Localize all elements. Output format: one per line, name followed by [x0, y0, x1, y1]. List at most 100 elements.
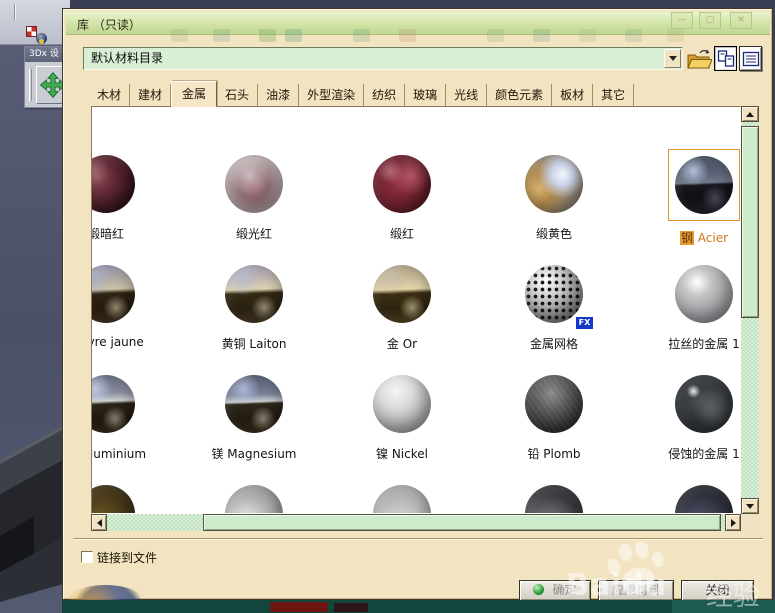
material-item[interactable]: 缎暗红 [92, 155, 171, 242]
tab-glass[interactable]: 玻璃 [405, 84, 447, 106]
scrollbar-corner [741, 514, 759, 531]
material-label: 拉丝的金属 1 [668, 337, 740, 351]
material-sphere [675, 265, 733, 323]
arrow-up-icon [746, 108, 754, 117]
tab-other[interactable]: 其它 [593, 84, 635, 106]
icon-view-icon [717, 50, 734, 67]
material-label: 铅 Plomb [527, 447, 581, 461]
toolbar-grip[interactable] [29, 69, 32, 101]
tab-color-elements[interactable]: 颜色元素 [487, 84, 553, 106]
scroll-left-button[interactable] [91, 514, 107, 531]
material-label: 镍 Nickel [376, 447, 428, 461]
render-material-icon[interactable] [26, 26, 37, 37]
material-sphere [373, 485, 431, 513]
material-item[interactable]: 铝 Aluminium [92, 375, 171, 462]
arrow-down-icon [746, 503, 754, 513]
vertical-scrollbar[interactable] [741, 106, 759, 514]
material-sphere [92, 265, 135, 323]
material-sphere [225, 375, 283, 433]
tab-light[interactable]: 光线 [446, 84, 488, 106]
vertical-scroll-thumb[interactable] [741, 126, 759, 318]
material-item[interactable]: 镁 Magnesium [189, 375, 319, 462]
material-item[interactable]: 铅 Plomb [489, 375, 619, 462]
scroll-right-button[interactable] [725, 514, 741, 531]
horizontal-scrollbar[interactable] [91, 514, 741, 531]
material-item[interactable] [337, 485, 467, 513]
material-sphere [92, 155, 135, 213]
fx-badge: FX [576, 317, 593, 329]
material-label: 缎红 [389, 227, 414, 241]
horizontal-scroll-thumb[interactable] [203, 514, 721, 531]
apply-material-button[interactable]: 应用材料 [598, 580, 674, 601]
material-label: 镁 Magnesium [211, 447, 297, 461]
material-item[interactable]: 缎光红 [189, 155, 319, 242]
material-sphere [225, 265, 283, 323]
background-toolbar [0, 0, 70, 45]
category-tabbar: 木材 建材 金属 石头 油漆 外型渲染 纺织 玻璃 光线 颜色元素 板材 其它 [89, 81, 635, 107]
material-item[interactable] [92, 485, 171, 513]
tab-metal-active[interactable]: 金属 [171, 81, 218, 107]
material-item[interactable]: FX 金属网格 [489, 265, 619, 352]
minimize-button[interactable]: — [671, 12, 693, 29]
material-label: 金属网格 [529, 337, 578, 351]
ok-orb-icon [533, 584, 545, 595]
material-item[interactable]: 缎红 [337, 155, 467, 242]
material-item[interactable]: Cuivre jaune [92, 265, 171, 349]
close-dialog-button[interactable]: 关闭 [681, 580, 754, 601]
scroll-up-button[interactable] [741, 106, 759, 122]
large-icon-view-button[interactable] [714, 46, 737, 71]
details-view-button[interactable] [739, 46, 762, 71]
dialog-title: 库 （只读） [77, 18, 141, 32]
chevron-down-icon [668, 56, 677, 65]
open-catalog-button[interactable] [685, 46, 713, 71]
material-item[interactable]: 缎黄色 [489, 155, 619, 242]
material-sphere [675, 485, 733, 513]
tab-stone[interactable]: 石头 [217, 84, 259, 106]
material-item-selected[interactable]: 钢 Acier [639, 149, 740, 246]
link-to-file-checkbox[interactable] [81, 551, 93, 563]
material-sphere [225, 155, 283, 213]
material-item[interactable] [489, 485, 619, 513]
material-item[interactable]: 金 Or [337, 265, 467, 352]
ok-button[interactable]: 确定 [519, 580, 591, 601]
maximize-button[interactable]: ▢ [699, 12, 721, 29]
material-label: 缎光红 [235, 227, 272, 241]
scroll-down-button[interactable] [741, 498, 759, 514]
material-sphere [92, 485, 135, 513]
link-to-file-label: 链接到文件 [97, 551, 158, 565]
material-item[interactable]: 镍 Nickel [337, 375, 467, 462]
material-sphere [373, 375, 431, 433]
toolbar-separator [14, 4, 16, 20]
tab-sheet[interactable]: 板材 [552, 84, 594, 106]
tab-shape-render[interactable]: 外型渲染 [299, 84, 365, 106]
strip-artifact [334, 603, 368, 612]
combobox-dropdown-button[interactable] [664, 49, 681, 68]
material-sphere [525, 265, 583, 323]
material-sphere [373, 155, 431, 213]
material-label: 缎黄色 [535, 227, 572, 241]
strip-artifact [270, 602, 328, 612]
compass-icon[interactable] [36, 33, 47, 44]
catalog-value: 默认材料目录 [91, 51, 164, 65]
tab-fabric[interactable]: 纺织 [364, 84, 406, 106]
list-view-icon [742, 51, 759, 66]
material-sphere [525, 485, 583, 513]
material-item[interactable] [639, 485, 740, 513]
material-sphere [675, 375, 733, 433]
tab-paint[interactable]: 油漆 [258, 84, 300, 106]
material-item[interactable] [189, 485, 319, 513]
close-button[interactable]: ✕ [730, 12, 752, 29]
selection-border [668, 149, 740, 221]
material-item[interactable]: 黄铜 Laiton [189, 265, 319, 352]
material-item[interactable]: 侵蚀的金属 1 [639, 375, 740, 462]
material-label: 铝 Aluminium [92, 447, 147, 461]
catalog-combobox[interactable]: 默认材料目录 [83, 47, 683, 70]
material-label: 金 Or [386, 337, 418, 351]
material-sphere [225, 485, 283, 513]
material-item[interactable]: 拉丝的金属 1 [639, 265, 740, 352]
material-sphere [92, 375, 135, 433]
tab-construction[interactable]: 建材 [130, 84, 172, 106]
material-label: 侵蚀的金属 1 [668, 447, 740, 461]
strip-artifact [672, 600, 775, 613]
tab-wood[interactable]: 木材 [89, 84, 131, 106]
